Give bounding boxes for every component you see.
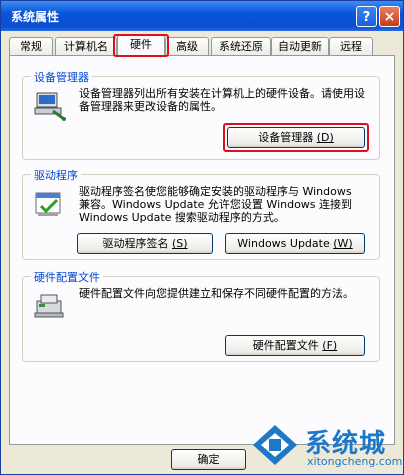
windows-update-button-label: Windows Update xyxy=(237,237,330,250)
tab-advanced[interactable]: 高级 xyxy=(165,37,209,55)
tab-strip: 常规 计算机名 硬件 高级 系统还原 自动更新 远程 xyxy=(7,34,399,57)
windows-update-button-mnemonic: (W) xyxy=(333,237,353,250)
tab-automatic-updates[interactable]: 自动更新 xyxy=(271,37,329,55)
tab-general[interactable]: 常规 xyxy=(9,37,53,55)
window-title: 系统属性 xyxy=(11,10,60,24)
device-manager-button-highlight xyxy=(223,123,369,152)
driver-signing-icon xyxy=(35,192,61,216)
watermark-logo xyxy=(253,425,297,465)
driver-signing-button-label: 驱动程序签名 xyxy=(102,237,169,250)
hardware-profiles-description: 硬件配置文件向您提供建立和保存不同硬件配置的方法。 xyxy=(79,287,354,300)
tab-computer-name[interactable]: 计算机名 xyxy=(55,37,117,55)
drivers-description-line-2: 兼容。Windows Update 允许您设置 Windows 连接到 xyxy=(79,198,353,211)
help-button[interactable]: ? xyxy=(356,6,377,27)
tab-remote[interactable]: 远程 xyxy=(329,37,373,55)
hardware-profiles-group-title: 硬件配置文件 xyxy=(31,269,103,285)
hardware-tab-panel: 设备管理器 设备管理器列出所有安装在计算机上的硬件设备。请使用设备管理器来更改设… xyxy=(9,55,395,445)
drivers-description-line-1: 驱动程序签名使您能够确定安装的驱动程序与 Windows xyxy=(79,185,352,198)
close-button[interactable]: × xyxy=(379,6,400,27)
hardware-profiles-icon xyxy=(34,294,64,318)
driver-signing-button[interactable]: 驱动程序签名 (S) xyxy=(77,233,213,254)
driver-signing-button-mnemonic: (S) xyxy=(171,237,188,250)
device-manager-group: 设备管理器 设备管理器列出所有安装在计算机上的硬件设备。请使用设备管理器来更改设… xyxy=(22,69,380,160)
hardware-profiles-button-label: 硬件配置文件 xyxy=(252,339,319,352)
drivers-group: 驱动程序 驱动程序签名使您能够确定安装的驱动程序与 Windows 兼容。Win… xyxy=(22,167,380,260)
drivers-description-line-3: Windows Update 搜索驱动程序的方式。 xyxy=(79,211,285,224)
device-manager-description: 设备管理器列出所有安装在计算机上的硬件设备。请使用设备管理器来更改设备的属性。 xyxy=(79,87,365,113)
device-manager-group-title: 设备管理器 xyxy=(31,69,92,85)
tab-system-restore[interactable]: 系统还原 xyxy=(211,37,271,55)
device-manager-icon xyxy=(34,92,66,121)
drivers-group-title: 驱动程序 xyxy=(31,167,81,183)
watermark-site: xitongcheng.com xyxy=(307,455,403,468)
hardware-profiles-button[interactable]: 硬件配置文件 (F) xyxy=(225,335,365,356)
drivers-description: 驱动程序签名使您能够确定安装的驱动程序与 Windows 兼容。Windows … xyxy=(79,185,371,224)
site-watermark: 系统城 xitongcheng.com xyxy=(249,417,403,473)
hardware-profiles-group: 硬件配置文件 硬件配置文件向您提供建立和保存不同硬件配置的方法。 硬件配置文件 … xyxy=(22,269,380,362)
title-bar[interactable]: 系统属性 ? × xyxy=(1,1,403,31)
hardware-profiles-button-mnemonic: (F) xyxy=(322,339,338,352)
ok-button[interactable]: 确定 xyxy=(171,449,246,470)
windows-update-button[interactable]: Windows Update (W) xyxy=(225,233,365,254)
system-properties-dialog: 系统属性 ? × 常规 计算机名 硬件 高级 系统还原 自动更新 远程 设备管理… xyxy=(0,0,404,475)
hardware-tab-highlight xyxy=(113,34,169,57)
